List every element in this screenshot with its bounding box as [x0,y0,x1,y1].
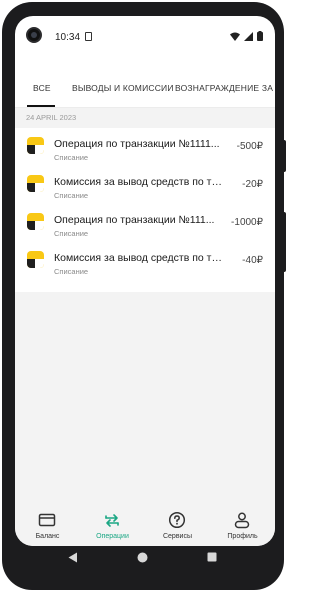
status-bar: 10:34 [15,16,275,58]
transaction-item[interactable]: Комиссия за вывод средств по тр... Списа… [15,242,275,280]
tab-rewards[interactable]: ВОЗНАГРАЖДЕНИЕ ЗА ДР [175,80,275,108]
transaction-logo-icon [27,137,44,154]
transaction-type: Списание [54,229,89,238]
transaction-type: Списание [54,153,89,162]
transfer-arrows-icon [105,514,119,527]
nav-services-label: Сервисы [162,533,192,540]
transaction-title: Операция по транзакции №111... [54,214,215,226]
wifi-icon [230,32,240,41]
recents-icon[interactable] [207,552,217,562]
help-circle-icon [168,511,186,529]
person-icon [234,512,250,529]
signal-icon [244,31,253,41]
status-icons [230,31,263,41]
transaction-type: Списание [54,191,89,200]
home-icon[interactable] [137,552,148,563]
back-icon[interactable] [68,552,78,563]
transaction-title: Комиссия за вывод средств по тр... [54,176,224,188]
status-time: 10:34 [55,32,81,43]
transaction-logo-icon [27,251,44,268]
transaction-amount: -40₽ [242,255,263,266]
nav-operations[interactable]: Операции [80,502,145,546]
transaction-list: Операция по транзакции №1111... Списание… [15,128,275,292]
transaction-amount: -20₽ [242,179,263,190]
transaction-type: Списание [54,267,89,276]
transaction-item[interactable]: Операция по транзакции №111... Списание … [15,204,275,242]
transaction-item[interactable]: Комиссия за вывод средств по тр... Списа… [15,166,275,204]
nav-balance-label: Баланс [35,533,60,540]
bottom-navigation: Баланс Операции Сервисы Профиль [15,502,275,546]
tab-all[interactable]: ВСЕ [33,80,51,108]
sim-card-icon [85,32,92,41]
transaction-title: Операция по транзакции №1111... [54,138,220,150]
front-camera [26,27,42,43]
nav-profile-label: Профиль [227,533,258,540]
phone-frame: 10:34 ВСЕ ВЫВОДЫ И КОМИССИИ ВОЗНАГРАЖДЕН… [2,2,286,590]
transaction-logo-icon [27,213,44,230]
wallet-icon [38,513,56,527]
nav-services[interactable]: Сервисы [145,502,210,546]
transaction-item[interactable]: Операция по транзакции №1111... Списание… [15,128,275,166]
power-button [282,212,286,272]
transaction-amount: -500₽ [236,141,263,152]
tab-withdrawals-fees[interactable]: ВЫВОДЫ И КОМИССИИ [72,80,174,108]
nav-balance[interactable]: Баланс [15,502,80,546]
transaction-title: Комиссия за вывод средств по тр... [54,252,224,264]
transaction-amount: -1000₽ [231,217,263,228]
battery-icon [257,31,263,41]
volume-button [282,140,286,172]
operations-tabs: ВСЕ ВЫВОДЫ И КОМИССИИ ВОЗНАГРАЖДЕНИЕ ЗА … [15,80,275,108]
operations-content: 24 APRIL 2023 Операция по транзакции №11… [15,108,275,502]
screen: 10:34 ВСЕ ВЫВОДЫ И КОМИССИИ ВОЗНАГРАЖДЕН… [15,16,275,546]
android-navigation-bar [2,546,284,570]
date-header: 24 APRIL 2023 [26,113,77,122]
nav-operations-label: Операции [96,533,129,540]
nav-profile[interactable]: Профиль [210,502,275,546]
transaction-logo-icon [27,175,44,192]
